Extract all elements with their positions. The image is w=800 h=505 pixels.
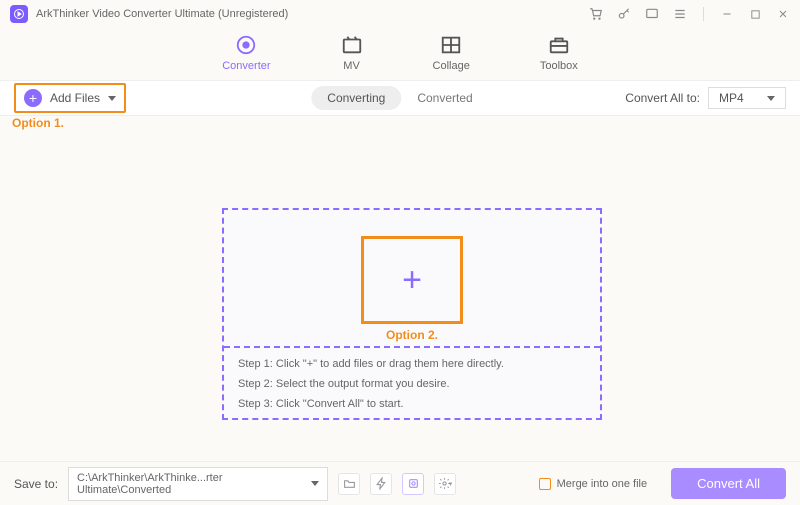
toolbar: + Add Files Converting Converted Convert… xyxy=(0,80,800,116)
collage-icon xyxy=(440,34,462,56)
nav-mv[interactable]: MV xyxy=(341,34,363,72)
titlebar: ArkThinker Video Converter Ultimate (Unr… xyxy=(0,0,800,28)
app-logo-icon xyxy=(10,5,28,23)
feedback-icon[interactable] xyxy=(645,7,659,21)
settings-button[interactable]: ▾ xyxy=(434,473,456,495)
instructions: Step 1: Click "+" to add files or drag t… xyxy=(238,358,504,410)
tab-converted[interactable]: Converted xyxy=(401,86,488,110)
footer: Save to: C:\ArkThinker\ArkThinke...rter … xyxy=(0,461,800,505)
main-nav: Converter MV Collage Toolbox xyxy=(0,28,800,80)
convert-all-to: Convert All to: MP4 xyxy=(625,87,786,109)
key-icon[interactable] xyxy=(617,7,631,21)
main-area: + Option 2. Step 1: Click "+" to add fil… xyxy=(0,116,800,464)
nav-converter[interactable]: Converter xyxy=(222,34,270,72)
output-format-select[interactable]: MP4 xyxy=(708,87,786,109)
step-text: Step 1: Click "+" to add files or drag t… xyxy=(238,358,504,370)
minimize-icon[interactable] xyxy=(720,7,734,21)
add-files-button[interactable]: + Add Files xyxy=(14,83,126,113)
chevron-down-icon xyxy=(311,481,319,486)
plus-icon: + xyxy=(402,261,422,300)
maximize-icon[interactable] xyxy=(748,7,762,21)
tab-converting[interactable]: Converting xyxy=(311,86,401,110)
window-title: ArkThinker Video Converter Ultimate (Unr… xyxy=(36,8,288,20)
close-icon[interactable] xyxy=(776,7,790,21)
dropzone[interactable]: + Option 2. Step 1: Click "+" to add fil… xyxy=(222,208,602,420)
mv-icon xyxy=(341,34,363,56)
chevron-down-icon xyxy=(767,96,775,101)
merge-checkbox[interactable]: Merge into one file xyxy=(539,478,648,490)
hardware-accel-button[interactable] xyxy=(370,473,392,495)
open-folder-button[interactable] xyxy=(338,473,360,495)
add-files-dropzone-button[interactable]: + xyxy=(361,236,463,324)
nav-collage[interactable]: Collage xyxy=(433,34,470,72)
annotation-option2: Option 2. xyxy=(386,328,438,342)
converter-icon xyxy=(235,34,257,56)
nav-toolbox[interactable]: Toolbox xyxy=(540,34,578,72)
plus-icon: + xyxy=(24,89,42,107)
checkbox-icon xyxy=(539,478,551,490)
save-to-label: Save to: xyxy=(14,477,58,491)
divider xyxy=(224,346,600,348)
titlebar-actions xyxy=(589,7,790,21)
status-tabs: Converting Converted xyxy=(311,86,488,110)
step-text: Step 2: Select the output format you des… xyxy=(238,378,504,390)
convert-all-button[interactable]: Convert All xyxy=(671,468,786,499)
chevron-down-icon xyxy=(108,96,116,101)
step-text: Step 3: Click "Convert All" to start. xyxy=(238,398,504,410)
cart-icon[interactable] xyxy=(589,7,603,21)
toolbox-icon xyxy=(548,34,570,56)
high-speed-button[interactable] xyxy=(402,473,424,495)
save-path-select[interactable]: C:\ArkThinker\ArkThinke...rter Ultimate\… xyxy=(68,467,328,501)
menu-icon[interactable] xyxy=(673,7,687,21)
